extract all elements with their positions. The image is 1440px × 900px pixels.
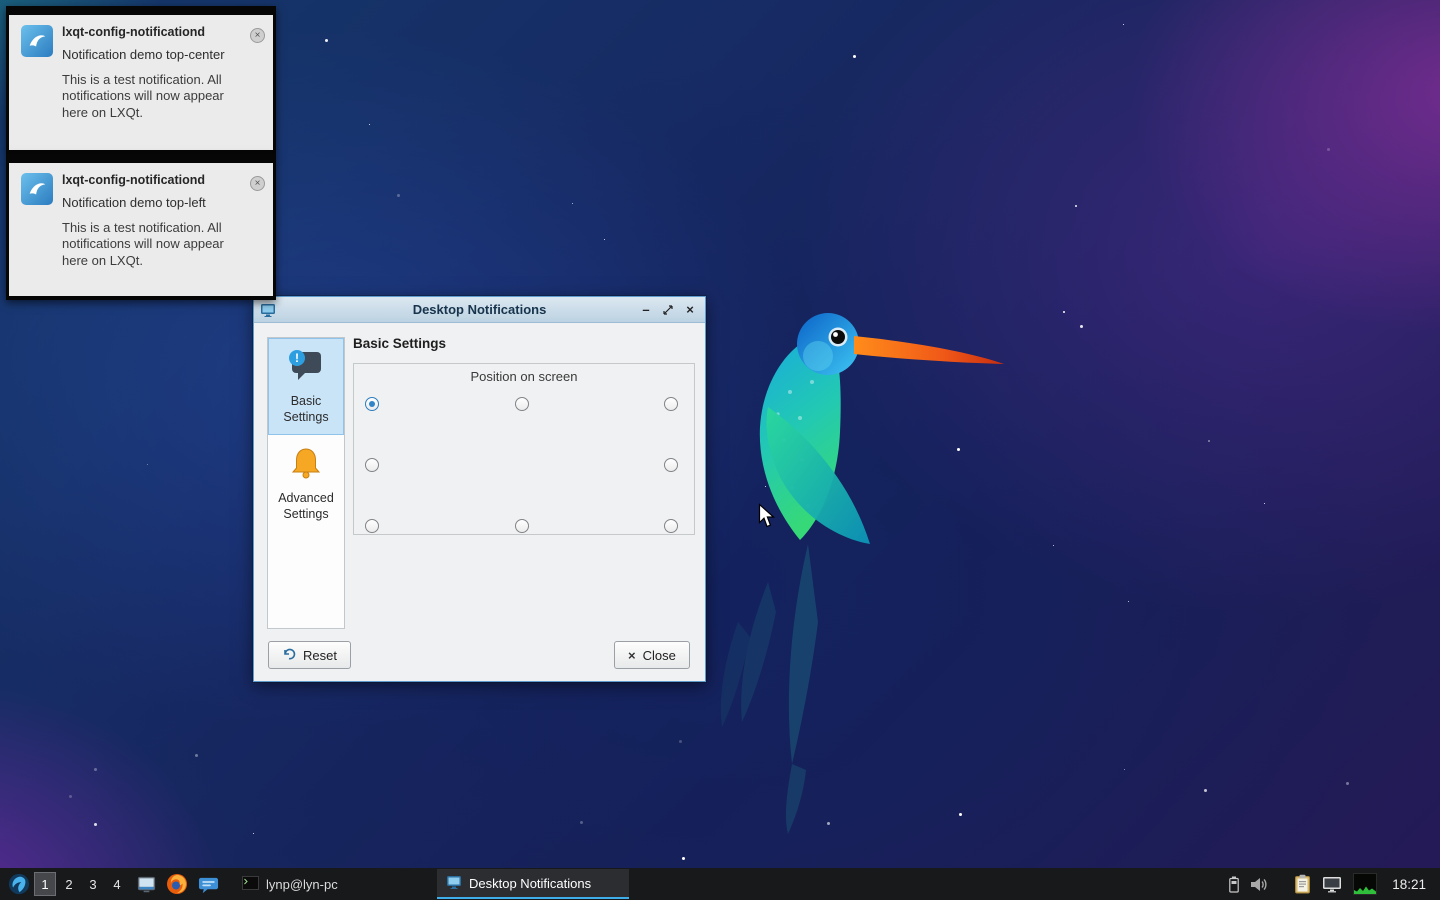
radio-middle-left[interactable] xyxy=(365,458,379,472)
sidebar-item-label: Basic Settings xyxy=(270,393,342,426)
sidebar-item-label: Advanced Settings xyxy=(270,490,342,523)
radio-top-left[interactable] xyxy=(365,397,379,411)
reset-button[interactable]: Reset xyxy=(268,641,351,669)
notification-app-name: lxqt-config-notificationd xyxy=(62,173,241,187)
firefox-launcher-icon[interactable] xyxy=(164,871,190,897)
restore-button[interactable] xyxy=(659,301,677,319)
position-on-screen-group: Position on screen xyxy=(353,363,695,535)
minimize-button[interactable]: – xyxy=(637,301,655,319)
workspace-button-1[interactable]: 1 xyxy=(34,872,56,896)
notification-body: This is a test notification. All notific… xyxy=(62,72,241,122)
close-x-icon: × xyxy=(628,648,636,663)
notification-popup: lxqt-config-notificationd Notification d… xyxy=(6,154,276,300)
workspace-button-4[interactable]: 4 xyxy=(106,872,128,896)
task-label: lynp@lyn-pc xyxy=(266,877,338,892)
hummingbird-illustration xyxy=(708,292,1008,842)
taskbar: 1 2 3 4 lynp@lyn-pc Desktop Notification… xyxy=(0,868,1440,900)
svg-text:!: ! xyxy=(295,351,299,365)
notification-summary: Notification demo top-center xyxy=(62,47,241,64)
task-label: Desktop Notifications xyxy=(469,876,591,891)
close-button[interactable]: × xyxy=(681,301,699,319)
cpu-monitor-icon[interactable] xyxy=(1353,873,1377,895)
page-title: Basic Settings xyxy=(353,336,446,351)
volume-icon[interactable] xyxy=(1250,876,1269,893)
battery-icon[interactable] xyxy=(1229,876,1239,893)
window-icon xyxy=(260,302,276,318)
notification-summary: Notification demo top-left xyxy=(62,195,241,212)
desktop-notifications-window-icon xyxy=(446,874,462,893)
desktop-notifications-window: Desktop Notifications – × Basic Settings… xyxy=(253,296,706,682)
close-icon[interactable]: × xyxy=(250,28,265,43)
clipboard-icon[interactable] xyxy=(1294,874,1311,894)
sidebar-item-basic-settings[interactable]: ! Basic Settings xyxy=(268,338,344,435)
mouse-cursor xyxy=(758,503,776,534)
radio-top-center[interactable] xyxy=(515,397,529,411)
desktop: lxqt-config-notificationd Notification d… xyxy=(0,0,1440,900)
radio-bottom-center[interactable] xyxy=(515,519,529,533)
radio-top-right[interactable] xyxy=(664,397,678,411)
radio-bottom-right[interactable] xyxy=(664,519,678,533)
lxqt-logo-icon xyxy=(21,173,53,205)
radio-bottom-left[interactable] xyxy=(365,519,379,533)
close-dialog-button[interactable]: × Close xyxy=(614,641,690,669)
group-title: Position on screen xyxy=(354,369,694,384)
sidebar-item-advanced-settings[interactable]: Advanced Settings xyxy=(268,435,344,532)
workspace-button-2[interactable]: 2 xyxy=(58,872,80,896)
reset-icon xyxy=(282,647,296,664)
workspace-button-3[interactable]: 3 xyxy=(82,872,104,896)
notification-popup: lxqt-config-notificationd Notification d… xyxy=(6,6,276,154)
reset-button-label: Reset xyxy=(303,648,337,663)
taskbar-task[interactable]: lynp@lyn-pc xyxy=(233,869,425,899)
close-icon[interactable]: × xyxy=(250,176,265,191)
chat-launcher-icon[interactable] xyxy=(195,871,221,897)
lxqt-logo-icon xyxy=(21,25,53,57)
file-manager-launcher-icon[interactable] xyxy=(133,871,159,897)
basic-settings-icon: ! xyxy=(287,348,325,389)
notification-app-name: lxqt-config-notificationd xyxy=(62,25,241,39)
clock[interactable]: 18:21 xyxy=(1392,877,1426,892)
terminal-window-icon xyxy=(242,876,259,893)
app-menu-button[interactable] xyxy=(6,871,32,897)
display-icon[interactable] xyxy=(1322,876,1342,893)
advanced-settings-icon xyxy=(288,445,324,486)
close-button-label: Close xyxy=(643,648,676,663)
radio-middle-right[interactable] xyxy=(664,458,678,472)
notification-body: This is a test notification. All notific… xyxy=(62,220,241,270)
settings-sidebar: ! Basic Settings Advanced Settings xyxy=(267,337,345,629)
window-titlebar[interactable]: Desktop Notifications – × xyxy=(254,297,705,323)
taskbar-task[interactable]: Desktop Notifications xyxy=(437,869,629,899)
